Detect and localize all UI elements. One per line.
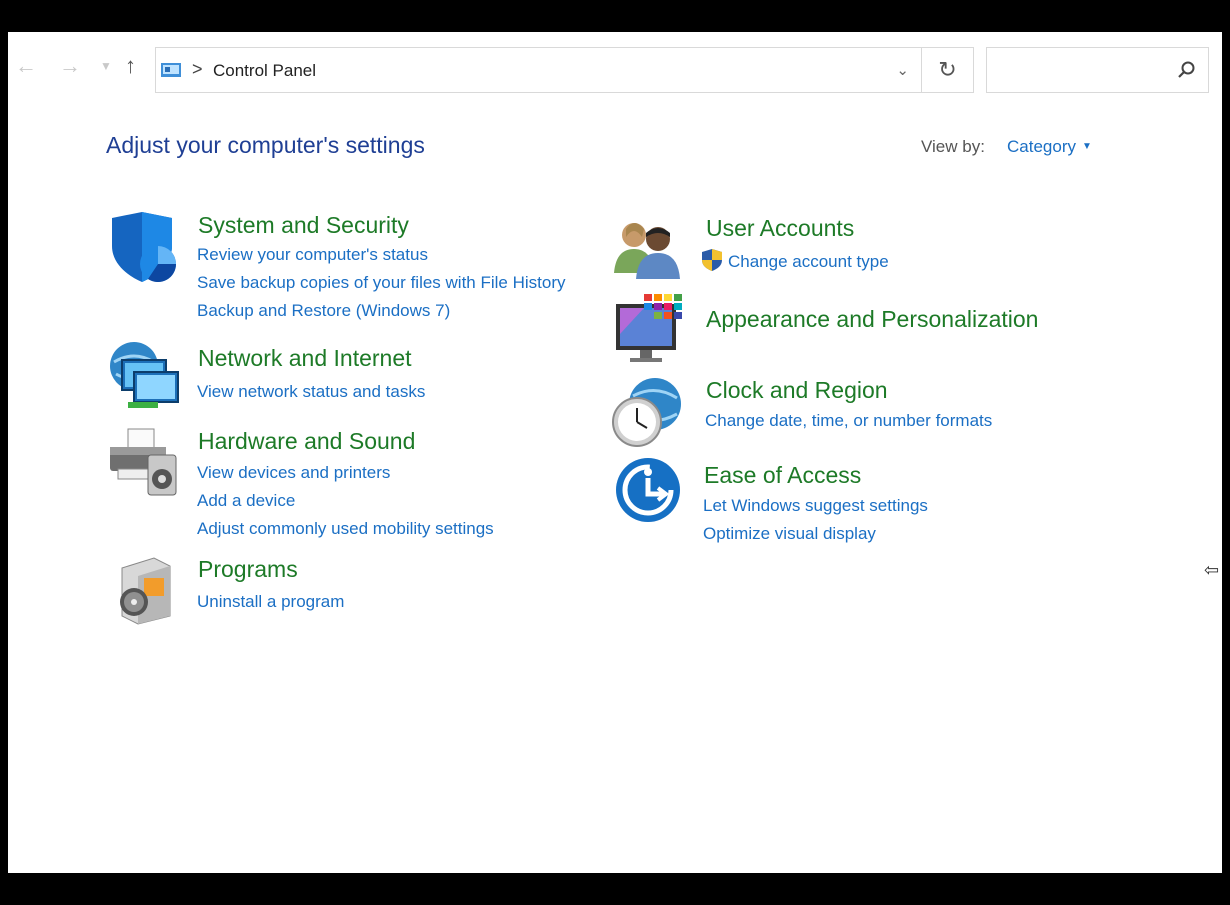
windows-suggest-link[interactable]: Let Windows suggest settings — [703, 496, 928, 516]
file-history-link[interactable]: Save backup copies of your files with Fi… — [197, 273, 566, 293]
backup-restore-link[interactable]: Backup and Restore (Windows 7) — [197, 301, 450, 321]
back-button[interactable]: ← — [15, 55, 37, 77]
programs-box-icon[interactable] — [108, 554, 180, 626]
ease-of-access-icon[interactable] — [614, 456, 686, 528]
page-title: Adjust your computer's settings — [106, 132, 425, 158]
user-accounts-heading[interactable]: User Accounts — [706, 215, 854, 242]
printer-icon[interactable] — [108, 425, 180, 497]
caret-down-icon[interactable]: ▼ — [1082, 141, 1092, 152]
shield-icon[interactable] — [108, 212, 180, 284]
search-icon — [1178, 61, 1195, 78]
clock-globe-icon[interactable] — [611, 376, 683, 448]
devices-printers-link[interactable]: View devices and printers — [197, 463, 390, 483]
change-account-type-label[interactable]: Change account type — [728, 252, 889, 271]
view-by-value[interactable]: Category — [1007, 137, 1076, 156]
network-globe-icon[interactable] — [108, 340, 180, 412]
system-security-heading[interactable]: System and Security — [198, 212, 409, 239]
add-device-link[interactable]: Add a device — [197, 491, 295, 511]
review-status-link[interactable]: Review your computer's status — [197, 245, 428, 265]
hardware-heading[interactable]: Hardware and Sound — [198, 428, 415, 455]
monitor-palette-icon[interactable] — [614, 294, 686, 366]
uninstall-program-link[interactable]: Uninstall a program — [197, 592, 344, 612]
programs-heading[interactable]: Programs — [198, 556, 298, 583]
date-time-formats-link[interactable]: Change date, time, or number formats — [705, 411, 992, 431]
view-by-label: View by: — [921, 137, 985, 156]
mobility-settings-link[interactable]: Adjust commonly used mobility settings — [197, 519, 494, 539]
users-icon[interactable] — [612, 217, 684, 289]
visual-display-link[interactable]: Optimize visual display — [703, 524, 876, 544]
control-panel-window: ← → ▼ ↑ > Control Panel ⌄ ↻ Adjust your … — [8, 32, 1222, 873]
mouse-cursor-icon: ⇦ — [1204, 560, 1220, 580]
recent-locations-chevron-icon[interactable]: ▼ — [100, 56, 112, 76]
ease-heading[interactable]: Ease of Access — [704, 462, 861, 489]
forward-button[interactable]: → — [59, 55, 81, 77]
search-input[interactable] — [986, 47, 1209, 93]
breadcrumb-separator[interactable]: > — [192, 59, 203, 80]
network-status-link[interactable]: View network status and tasks — [197, 382, 425, 402]
change-account-type-link[interactable]: Change account type — [702, 249, 889, 272]
address-bar[interactable]: > Control Panel ⌄ — [155, 47, 922, 93]
view-by-dropdown[interactable]: Category ▼ — [1007, 137, 1092, 157]
refresh-button[interactable]: ↻ — [922, 47, 974, 93]
control-panel-icon — [161, 63, 181, 77]
uac-shield-icon — [702, 249, 722, 271]
address-dropdown-chevron-icon[interactable]: ⌄ — [896, 61, 909, 79]
appearance-heading[interactable]: Appearance and Personalization — [706, 306, 1038, 333]
network-heading[interactable]: Network and Internet — [198, 345, 412, 372]
up-button[interactable]: ↑ — [125, 55, 136, 77]
clock-heading[interactable]: Clock and Region — [706, 377, 888, 404]
breadcrumb-control-panel[interactable]: Control Panel — [213, 61, 316, 81]
